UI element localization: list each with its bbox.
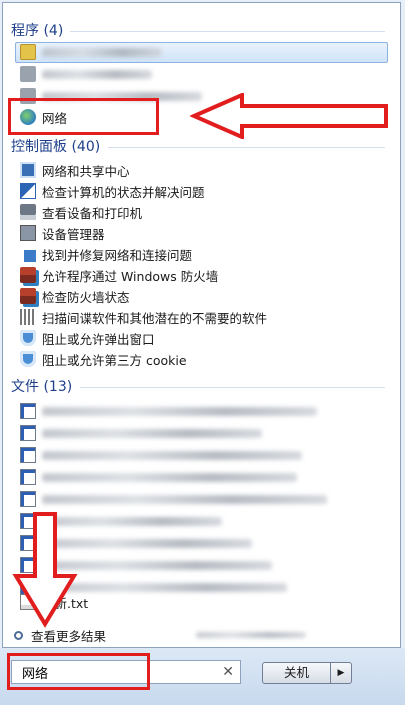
- cp-item-label: 检查计算机的状态并解决问题: [42, 184, 205, 200]
- cp-item-scan-spyware[interactable]: 扫描间谍软件和其他潜在的不需要的软件: [20, 307, 385, 327]
- scan-icon: [20, 309, 36, 325]
- control-panel-header: 控制面板 (40): [11, 139, 101, 155]
- cp-item-firewall-status[interactable]: 检查防火墙状态: [20, 286, 385, 306]
- cp-item-network-center[interactable]: 网络和共享中心: [20, 160, 385, 180]
- shield-icon: [20, 351, 36, 367]
- blurred-label: [42, 472, 297, 482]
- chevron-right-icon: ▶: [337, 668, 345, 678]
- document-icon: [20, 469, 36, 485]
- shutdown-options-button[interactable]: ▶: [330, 662, 352, 684]
- network-center-icon: [20, 162, 36, 178]
- annotation-arrow-left-icon: [190, 93, 388, 139]
- blurred-label: [42, 47, 162, 57]
- file-item[interactable]: [20, 423, 385, 443]
- cp-item-label: 检查防火墙状态: [42, 289, 130, 305]
- clear-search-icon[interactable]: ✕: [222, 664, 234, 680]
- programs-header: 程序 (4): [11, 23, 64, 39]
- blurred-label: [42, 450, 302, 460]
- program-icon: [20, 66, 36, 82]
- cp-item-troubleshoot[interactable]: 找到并修复网络和连接问题: [20, 244, 385, 264]
- shield-icon: [20, 330, 36, 346]
- device-manager-icon: [20, 225, 36, 241]
- document-icon: [20, 491, 36, 507]
- cp-item-cookies[interactable]: 阻止或允许第三方 cookie: [20, 349, 385, 369]
- files-header: 文件 (13): [11, 379, 73, 395]
- document-icon: [20, 403, 36, 419]
- document-icon: [20, 447, 36, 463]
- cp-item-label: 网络和共享中心: [42, 163, 130, 179]
- blurred-label: [42, 494, 327, 504]
- cp-item-label: 阻止或允许第三方 cookie: [42, 352, 187, 368]
- action-center-flag-icon: [20, 183, 36, 199]
- cp-item-label: 找到并修复网络和连接问题: [42, 247, 193, 263]
- blurred-label: [42, 69, 152, 79]
- firewall-icon: [20, 267, 36, 283]
- file-item[interactable]: [20, 467, 385, 487]
- file-item[interactable]: [20, 401, 385, 421]
- cp-item-label: 阻止或允许弹出窗口: [42, 331, 155, 347]
- cp-item-check-status[interactable]: 检查计算机的状态并解决问题: [20, 181, 385, 201]
- program-item-2[interactable]: [20, 64, 385, 84]
- divider: [80, 387, 385, 388]
- see-more-label: 查看更多结果: [31, 628, 107, 644]
- blurred-label: [42, 428, 262, 438]
- printer-icon: [20, 204, 36, 220]
- program-item-1[interactable]: [20, 42, 385, 62]
- cp-item-devices-printers[interactable]: 查看设备和打印机: [20, 202, 385, 222]
- see-more-results-link[interactable]: 查看更多结果: [12, 625, 377, 645]
- cp-item-popups[interactable]: 阻止或允许弹出窗口: [20, 328, 385, 348]
- annotation-arrow-down-icon: [12, 512, 78, 628]
- cp-item-device-manager[interactable]: 设备管理器: [20, 223, 385, 243]
- document-icon: [20, 425, 36, 441]
- divider: [108, 147, 385, 148]
- cp-item-label: 设备管理器: [42, 226, 105, 242]
- file-item[interactable]: [20, 489, 385, 509]
- blurred-label: [196, 632, 307, 638]
- shutdown-button[interactable]: 关机: [262, 662, 330, 684]
- cp-item-label: 允许程序通过 Windows 防火墙: [42, 268, 219, 284]
- cp-item-label: 查看设备和打印机: [42, 205, 143, 221]
- cp-item-label: 扫描间谍软件和其他潜在的不需要的软件: [42, 310, 268, 326]
- annotation-box-search: [7, 653, 150, 690]
- troubleshoot-icon: [20, 246, 36, 262]
- divider: [70, 31, 385, 32]
- file-item[interactable]: [20, 445, 385, 465]
- folder-icon: [20, 44, 36, 60]
- cp-item-firewall-allow[interactable]: 允许程序通过 Windows 防火墙: [20, 265, 385, 285]
- annotation-box-network: [8, 98, 159, 135]
- firewall-icon: [20, 288, 36, 304]
- search-icon: [14, 630, 23, 640]
- blurred-label: [42, 406, 317, 416]
